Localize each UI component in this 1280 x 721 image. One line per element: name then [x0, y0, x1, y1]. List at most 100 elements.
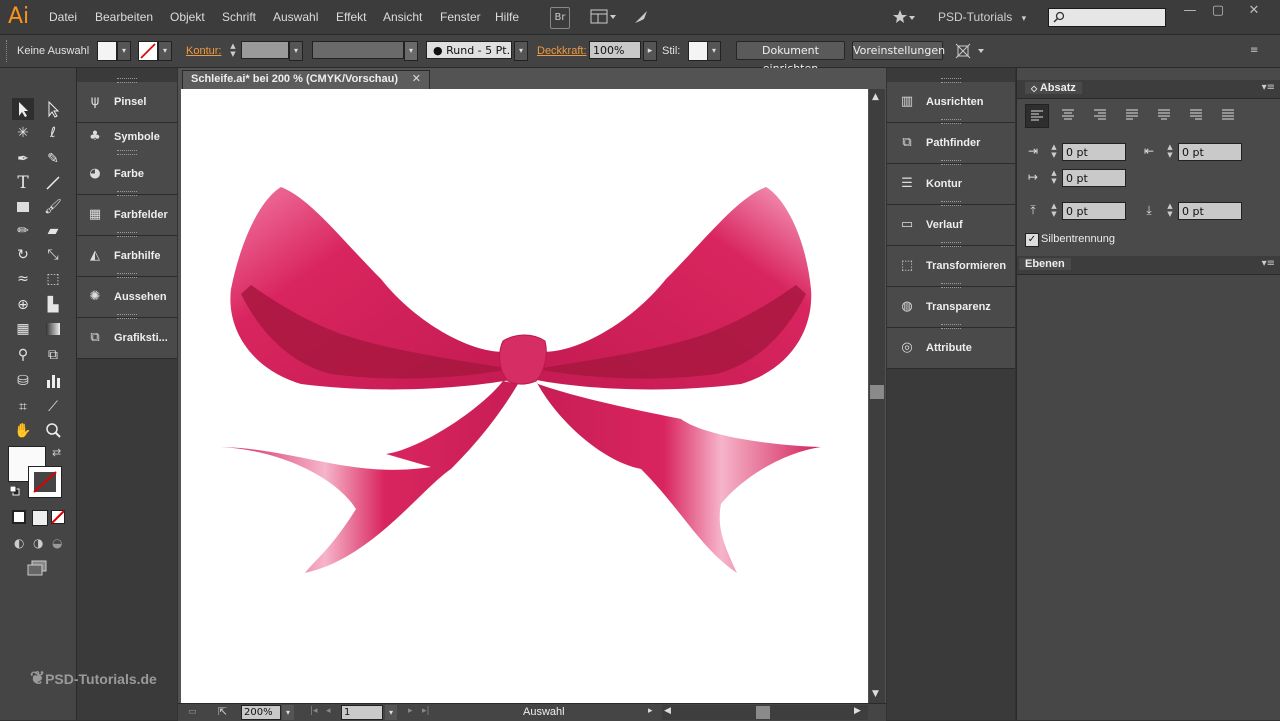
- justify-center-button[interactable]: [1153, 104, 1175, 126]
- panel-farbhilfe[interactable]: ◭ Farbhilfe: [77, 232, 177, 277]
- next-artboard-icon[interactable]: ▸: [408, 706, 413, 716]
- scroll-right-icon[interactable]: ▶: [854, 706, 861, 716]
- menu-hilfe[interactable]: Hilfe: [495, 10, 519, 24]
- minimize-button[interactable]: —: [1180, 3, 1200, 19]
- blend-tool[interactable]: ⧉: [42, 344, 64, 366]
- dock-grip[interactable]: [117, 191, 137, 196]
- column-graph-tool[interactable]: [42, 370, 64, 392]
- dock-grip[interactable]: [117, 150, 137, 155]
- document-tab[interactable]: Schleife.ai* bei 200 % (CMYK/Vorschau) ✕: [182, 70, 430, 89]
- dock-grip[interactable]: [941, 160, 961, 165]
- panel-farbfelder[interactable]: ▦ Farbfelder: [77, 191, 177, 236]
- type-tool[interactable]: T: [12, 172, 34, 194]
- bridge-button[interactable]: Br: [550, 7, 570, 29]
- panel-kontur[interactable]: ☰ Kontur: [887, 160, 1015, 205]
- symbol-sprayer-tool[interactable]: ⛁: [12, 370, 34, 392]
- scroll-up-icon[interactable]: ▲: [872, 92, 879, 102]
- preferences-button[interactable]: Voreinstellungen: [852, 41, 945, 60]
- menu-bearbeiten[interactable]: Bearbeiten: [95, 10, 153, 24]
- control-bar-grip[interactable]: [6, 40, 9, 62]
- scale-tool[interactable]: ⤡: [42, 244, 64, 266]
- panel-farbe[interactable]: ◕ Farbe: [77, 150, 177, 195]
- right-indent-stepper[interactable]: ▲ ▼: [1165, 143, 1175, 161]
- rotate-tool[interactable]: ↻: [12, 244, 34, 266]
- space-before-field[interactable]: 0 pt: [1062, 202, 1126, 220]
- curvature-tool[interactable]: ✎: [42, 148, 64, 170]
- zoom-dropdown[interactable]: ▾: [282, 705, 294, 720]
- variable-width-profile[interactable]: [312, 41, 404, 59]
- horizontal-scrollbar[interactable]: ◀ ▶: [662, 705, 868, 720]
- right-indent-field[interactable]: 0 pt: [1178, 143, 1242, 161]
- dock-grip[interactable]: [941, 242, 961, 247]
- artboard-dropdown[interactable]: ▾: [385, 705, 397, 720]
- opacity-label[interactable]: Deckkraft:: [537, 45, 587, 57]
- previous-artboard-icon[interactable]: ◂: [326, 706, 331, 716]
- document-setup-button[interactable]: Dokument einrichten: [736, 41, 845, 75]
- fill-swatch[interactable]: [97, 41, 117, 61]
- panel-menu-icon[interactable]: ▾≡: [1262, 82, 1275, 93]
- gpu-preview-icon[interactable]: ▭: [188, 707, 197, 717]
- menu-ansicht[interactable]: Ansicht: [383, 10, 422, 24]
- arrange-documents-button[interactable]: [590, 8, 618, 26]
- menu-datei[interactable]: Datei: [49, 10, 77, 24]
- paintbrush-tool[interactable]: 🖌: [42, 196, 64, 218]
- panel-pathfinder[interactable]: ⧉ Pathfinder: [887, 119, 1015, 164]
- close-tab-icon[interactable]: ✕: [412, 72, 421, 85]
- stroke-weight-field[interactable]: [241, 41, 289, 59]
- brush-dropdown[interactable]: ▾: [514, 41, 528, 61]
- space-before-stepper[interactable]: ▲ ▼: [1049, 202, 1059, 220]
- graphic-style-dropdown[interactable]: ▾: [707, 41, 721, 61]
- restore-button[interactable]: ▢: [1208, 3, 1228, 19]
- sync-settings-button[interactable]: [892, 8, 916, 26]
- kontur-label[interactable]: Kontur:: [186, 45, 221, 57]
- eyedropper-tool[interactable]: ⚲: [12, 344, 34, 366]
- panel-aussehen[interactable]: ✺ Aussehen: [77, 273, 177, 318]
- first-artboard-icon[interactable]: |◂: [310, 706, 318, 716]
- panel-verlauf[interactable]: ▭ Verlauf: [887, 201, 1015, 246]
- draw-inside-icon[interactable]: ◒: [52, 536, 62, 550]
- width-tool[interactable]: ≈: [12, 268, 34, 290]
- menu-objekt[interactable]: Objekt: [170, 10, 205, 24]
- left-indent-field[interactable]: 0 pt: [1062, 143, 1126, 161]
- profile-dropdown[interactable]: ▾: [404, 41, 418, 61]
- layers-panel-header[interactable]: Ebenen ▾≡: [1017, 256, 1280, 275]
- panel-transparenz[interactable]: ◍ Transparenz: [887, 283, 1015, 328]
- lasso-tool[interactable]: ℓ: [42, 122, 64, 144]
- vertical-scroll-thumb[interactable]: [870, 385, 884, 399]
- stroke-swatch[interactable]: [138, 41, 158, 61]
- paragraph-panel-header[interactable]: ◇ Absatz ▾≡: [1017, 80, 1280, 99]
- control-bar-menu-icon[interactable]: ≡: [1250, 45, 1266, 57]
- space-after-stepper[interactable]: ▲ ▼: [1165, 202, 1175, 220]
- panel-pinsel[interactable]: ψ Pinsel: [77, 78, 177, 123]
- help-search-input[interactable]: [1048, 8, 1166, 27]
- first-line-indent-field[interactable]: 0 pt: [1062, 169, 1126, 187]
- opacity-field[interactable]: 100%: [589, 41, 641, 59]
- mesh-tool[interactable]: ▦: [12, 318, 34, 340]
- free-transform-tool[interactable]: ⬚: [42, 268, 64, 290]
- artboard-canvas[interactable]: [181, 89, 868, 703]
- layers-list[interactable]: [1017, 275, 1280, 720]
- dock-grip[interactable]: [941, 324, 961, 329]
- space-after-field[interactable]: 0 pt: [1178, 202, 1242, 220]
- pencil-tool[interactable]: ✏: [12, 220, 34, 242]
- dock-grip[interactable]: [941, 119, 961, 124]
- gpu-performance-button[interactable]: [632, 8, 650, 26]
- hyphenation-checkbox[interactable]: ✓: [1025, 233, 1039, 247]
- perspective-grid-tool[interactable]: ▙: [42, 294, 64, 316]
- stroke-weight-dropdown[interactable]: ▾: [289, 41, 303, 61]
- hand-tool[interactable]: ✋: [12, 420, 34, 442]
- magic-wand-tool[interactable]: ✳: [12, 122, 34, 144]
- justify-all-button[interactable]: [1217, 104, 1239, 126]
- default-fill-stroke-icon[interactable]: [9, 485, 20, 496]
- layers-panel-menu-icon[interactable]: ▾≡: [1262, 258, 1275, 269]
- isolation-mode-button[interactable]: [954, 42, 988, 60]
- color-mode-button[interactable]: [12, 510, 26, 524]
- scroll-down-icon[interactable]: ▼: [872, 689, 879, 699]
- share-icon[interactable]: ⇱: [218, 705, 227, 718]
- selection-tool[interactable]: [12, 98, 34, 120]
- align-center-button[interactable]: [1057, 104, 1079, 126]
- scroll-left-icon[interactable]: ◀: [664, 706, 671, 716]
- zoom-tool[interactable]: [42, 420, 64, 442]
- gradient-tool[interactable]: [42, 318, 64, 340]
- fill-dropdown[interactable]: ▾: [117, 41, 131, 61]
